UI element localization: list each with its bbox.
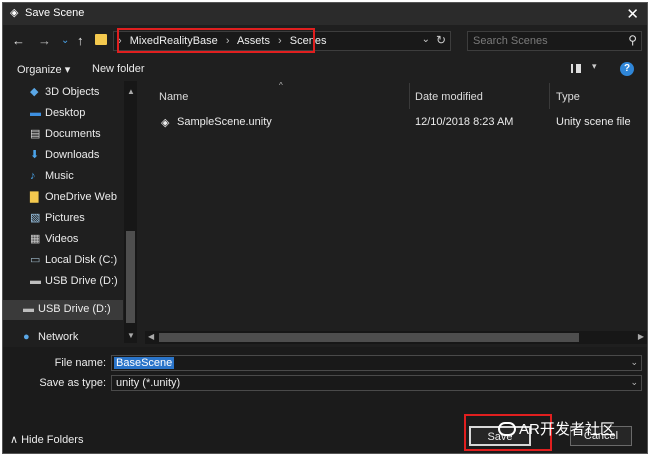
column-divider[interactable] xyxy=(549,83,550,109)
organize-menu[interactable]: Organize ▾ xyxy=(17,63,70,76)
sidebar-item-label: Network xyxy=(38,331,79,343)
toolbar: Organize ▾ New folder ▾ ? xyxy=(3,59,647,81)
sort-indicator-icon: ^ xyxy=(279,81,283,90)
watermark-text: AR开发者社区 xyxy=(519,421,615,438)
file-name-label: File name: xyxy=(54,357,106,369)
sidebar-item-onedrive-web[interactable]: ▇ OneDrive Web xyxy=(3,188,123,208)
folder-icon: ▇ xyxy=(30,191,39,203)
scroll-up-icon[interactable]: ▲ xyxy=(127,87,135,96)
sidebar-item-videos[interactable]: ▦ Videos xyxy=(3,230,123,250)
navigation-row: ← → ⌄ ↑ › MixedRealityBase › Assets › Sc… xyxy=(3,25,647,57)
column-header-type[interactable]: Type xyxy=(556,91,580,103)
search-icon[interactable]: ⚲ xyxy=(628,33,637,47)
chevron-down-icon[interactable]: ⌄ xyxy=(630,377,638,388)
refresh-icon[interactable]: ↻ xyxy=(436,33,446,47)
address-highlight-box xyxy=(117,28,315,53)
sidebar-item-label: USB Drive (D:) xyxy=(38,303,111,315)
address-dropdown-icon[interactable]: ⌄ xyxy=(422,34,430,45)
document-icon: ▤ xyxy=(30,128,41,140)
up-arrow-icon[interactable]: ↑ xyxy=(77,33,84,48)
sidebar-item-3d-objects[interactable]: ◆ 3D Objects xyxy=(3,83,123,103)
column-divider[interactable] xyxy=(409,83,410,109)
column-header-name[interactable]: Name xyxy=(159,91,188,103)
navigation-scrollbar[interactable]: ▲ ▼ xyxy=(124,81,137,343)
wechat-logo-icon xyxy=(498,422,516,436)
sidebar-item-network[interactable]: ● Network xyxy=(3,328,123,343)
save-scene-dialog: ◈ Save Scene ✕ ← → ⌄ ↑ › MixedRealityBas… xyxy=(2,2,648,454)
save-as-type-label: Save as type: xyxy=(39,377,106,389)
cube-icon: ◆ xyxy=(30,86,39,98)
hide-folders-button[interactable]: ∧ Hide Folders xyxy=(10,433,83,446)
file-name-field[interactable]: BaseScene ⌄ xyxy=(111,355,642,371)
disk-icon: ▭ xyxy=(30,254,41,266)
forward-arrow-icon[interactable]: → xyxy=(38,33,51,48)
picture-icon: ▧ xyxy=(30,212,41,224)
column-header-date-modified[interactable]: Date modified xyxy=(415,91,483,103)
watermark: AR开发者社区 xyxy=(498,418,615,439)
sidebar-item-pictures[interactable]: ▧ Pictures xyxy=(3,209,123,229)
sidebar-item-label: Music xyxy=(45,170,74,182)
scrollbar-thumb[interactable] xyxy=(159,333,579,342)
sidebar-item-documents[interactable]: ▤ Documents xyxy=(3,125,123,145)
file-list: ^ Name Date modified Type ◈ SampleScene.… xyxy=(145,81,647,344)
sidebar-item-label: Desktop xyxy=(45,107,86,119)
title-bar: ◈ Save Scene ✕ xyxy=(3,3,647,25)
scroll-right-icon[interactable]: ▶ xyxy=(638,332,644,341)
save-as-type-value: unity (*.unity) xyxy=(116,377,181,389)
close-button[interactable]: ✕ xyxy=(626,5,639,23)
usb-drive-icon: ▬ xyxy=(23,303,34,315)
new-folder-button[interactable]: New folder xyxy=(92,63,145,75)
sidebar-item-desktop[interactable]: ▬ Desktop xyxy=(3,104,123,124)
sidebar-item-label: Documents xyxy=(45,128,101,140)
file-name-value[interactable]: BaseScene xyxy=(114,357,175,369)
sidebar-item-label: Pictures xyxy=(45,212,85,224)
scroll-left-icon[interactable]: ◀ xyxy=(148,332,154,341)
file-row[interactable]: ◈ SampleScene.unity 12/10/2018 8:23 AM U… xyxy=(145,111,647,133)
search-placeholder: Search Scenes xyxy=(473,35,548,47)
view-options-icon[interactable] xyxy=(571,64,581,73)
navigation-pane: ◆ 3D Objects ▬ Desktop ▤ Documents ⬇ Dow… xyxy=(3,81,137,343)
usb-drive-icon: ▬ xyxy=(30,275,41,287)
search-input[interactable]: Search Scenes ⚲ xyxy=(467,31,642,51)
sidebar-item-label: OneDrive Web xyxy=(45,191,117,203)
sidebar-item-usb-drive-d[interactable]: ▬ USB Drive (D:) xyxy=(3,272,123,292)
sidebar-item-label: Downloads xyxy=(45,149,100,161)
video-icon: ▦ xyxy=(30,233,41,245)
file-date: 12/10/2018 8:23 AM xyxy=(415,116,514,128)
back-arrow-icon[interactable]: ← xyxy=(12,33,25,48)
file-name: SampleScene.unity xyxy=(177,116,272,128)
download-icon: ⬇ xyxy=(30,149,40,161)
hide-folders-label: Hide Folders xyxy=(21,434,84,446)
save-as-type-select[interactable]: unity (*.unity) ⌄ xyxy=(111,375,642,391)
view-dropdown-icon[interactable]: ▾ xyxy=(592,61,597,72)
chevron-down-icon[interactable]: ⌄ xyxy=(630,357,638,368)
desktop-icon: ▬ xyxy=(30,107,41,119)
music-icon: ♪ xyxy=(30,170,36,182)
sidebar-item-usb-drive-d-root[interactable]: ▬ USB Drive (D:) xyxy=(3,300,123,320)
sidebar-item-downloads[interactable]: ⬇ Downloads xyxy=(3,146,123,166)
folder-icon xyxy=(95,34,107,45)
horizontal-scrollbar[interactable]: ◀ ▶ xyxy=(145,331,647,344)
chevron-up-icon: ∧ xyxy=(10,434,22,446)
file-type: Unity scene file xyxy=(556,116,631,128)
window-title: Save Scene xyxy=(25,7,85,19)
sidebar-item-label: Local Disk (C:) xyxy=(45,254,118,266)
sidebar-item-music[interactable]: ♪ Music xyxy=(3,167,123,187)
network-icon: ● xyxy=(23,331,30,343)
recent-locations-chevron-icon[interactable]: ⌄ xyxy=(61,35,69,46)
help-icon[interactable]: ? xyxy=(620,62,634,76)
sidebar-item-label: 3D Objects xyxy=(45,86,100,98)
sidebar-item-local-disk-c[interactable]: ▭ Local Disk (C:) xyxy=(3,251,123,271)
unity-logo-icon: ◈ xyxy=(10,7,19,19)
scrollbar-thumb[interactable] xyxy=(126,231,135,323)
scroll-down-icon[interactable]: ▼ xyxy=(127,331,135,340)
sidebar-item-label: Videos xyxy=(45,233,79,245)
unity-icon: ◈ xyxy=(161,117,170,129)
sidebar-item-label: USB Drive (D:) xyxy=(45,275,118,287)
